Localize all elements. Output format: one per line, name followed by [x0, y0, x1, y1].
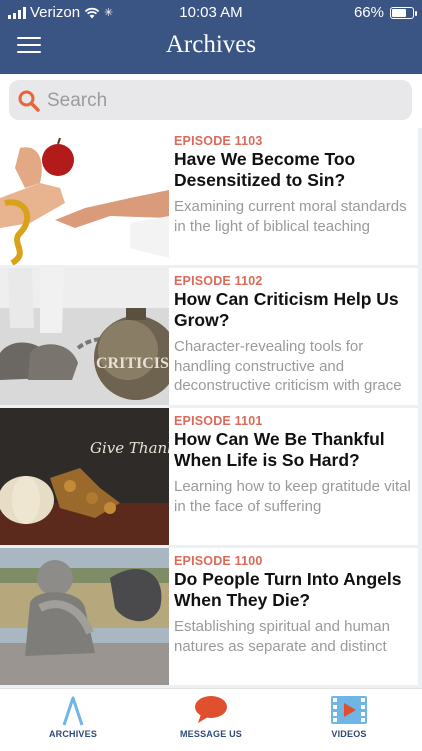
episode-thumbnail: Give Thanks: [0, 408, 169, 545]
episode-title: Have We Become Too Desensitized to Sin?: [174, 149, 356, 190]
episode-row[interactable]: Give Thanks EPISODE 1101 How Can We Be T…: [0, 408, 418, 545]
episode-thumbnail: CRITICISM: [0, 268, 169, 405]
battery-percent: 66%: [353, 4, 384, 21]
episode-title: How Can Criticism Help Us Grow?: [174, 289, 399, 330]
episode-thumbnail: [0, 128, 169, 265]
search-area: [0, 74, 422, 128]
episode-row[interactable]: EPISODE 1100 Do People Turn Into Angels …: [0, 548, 418, 685]
episode-thumbnail: [0, 548, 169, 685]
battery-info: 66%: [353, 4, 417, 21]
search-input[interactable]: [45, 86, 399, 116]
header-bar: Verizon ✳ 10:03 AM 66% Archives: [0, 0, 422, 74]
archives-icon: [62, 696, 84, 726]
search-icon: [18, 90, 40, 112]
tab-label: VIDEOS: [331, 729, 367, 739]
tab-archives[interactable]: ARCHIVES: [3, 689, 143, 751]
episode-description: Establishing spiritual and human natures…: [174, 618, 390, 655]
episode-row[interactable]: EPISODE 1103 Have We Become Too Desensit…: [0, 128, 418, 265]
episode-number: EPISODE 1102: [174, 274, 263, 288]
search-bar[interactable]: [9, 80, 412, 120]
battery-icon: [390, 6, 417, 19]
tab-label: MESSAGE US: [179, 729, 242, 739]
episode-list: EPISODE 1103 Have We Become Too Desensit…: [0, 128, 422, 688]
criticism-label: CRITICISM: [96, 355, 169, 372]
episode-row[interactable]: CRITICISM EPISODE 1102 How Can Criticism…: [0, 268, 418, 405]
episode-number: EPISODE 1101: [174, 414, 263, 428]
episode-description: Examining current moral standards in the…: [174, 198, 407, 235]
episode-description: Learning how to keep gratitude vital in …: [174, 478, 411, 515]
episode-title: Do People Turn Into Angels When They Die…: [174, 569, 402, 610]
episode-title: How Can We Be Thankful When Life is So H…: [174, 429, 385, 470]
tab-bar: ARCHIVES MESSAGE US VIDEOS: [0, 688, 422, 751]
message-icon: [195, 696, 227, 723]
episode-description: Character-revealing tools for handling c…: [174, 338, 402, 394]
give-thanks-label: Give Thanks: [90, 439, 169, 457]
videos-icon: [331, 696, 367, 724]
tab-message-us[interactable]: MESSAGE US: [141, 689, 281, 751]
episode-number: EPISODE 1103: [174, 134, 263, 148]
tab-label: ARCHIVES: [48, 729, 98, 739]
page-title: Archives: [165, 31, 257, 58]
status-bar: Verizon ✳ 10:03 AM 66%: [0, 0, 422, 24]
tab-videos[interactable]: VIDEOS: [279, 689, 419, 751]
episode-number: EPISODE 1100: [174, 554, 263, 568]
